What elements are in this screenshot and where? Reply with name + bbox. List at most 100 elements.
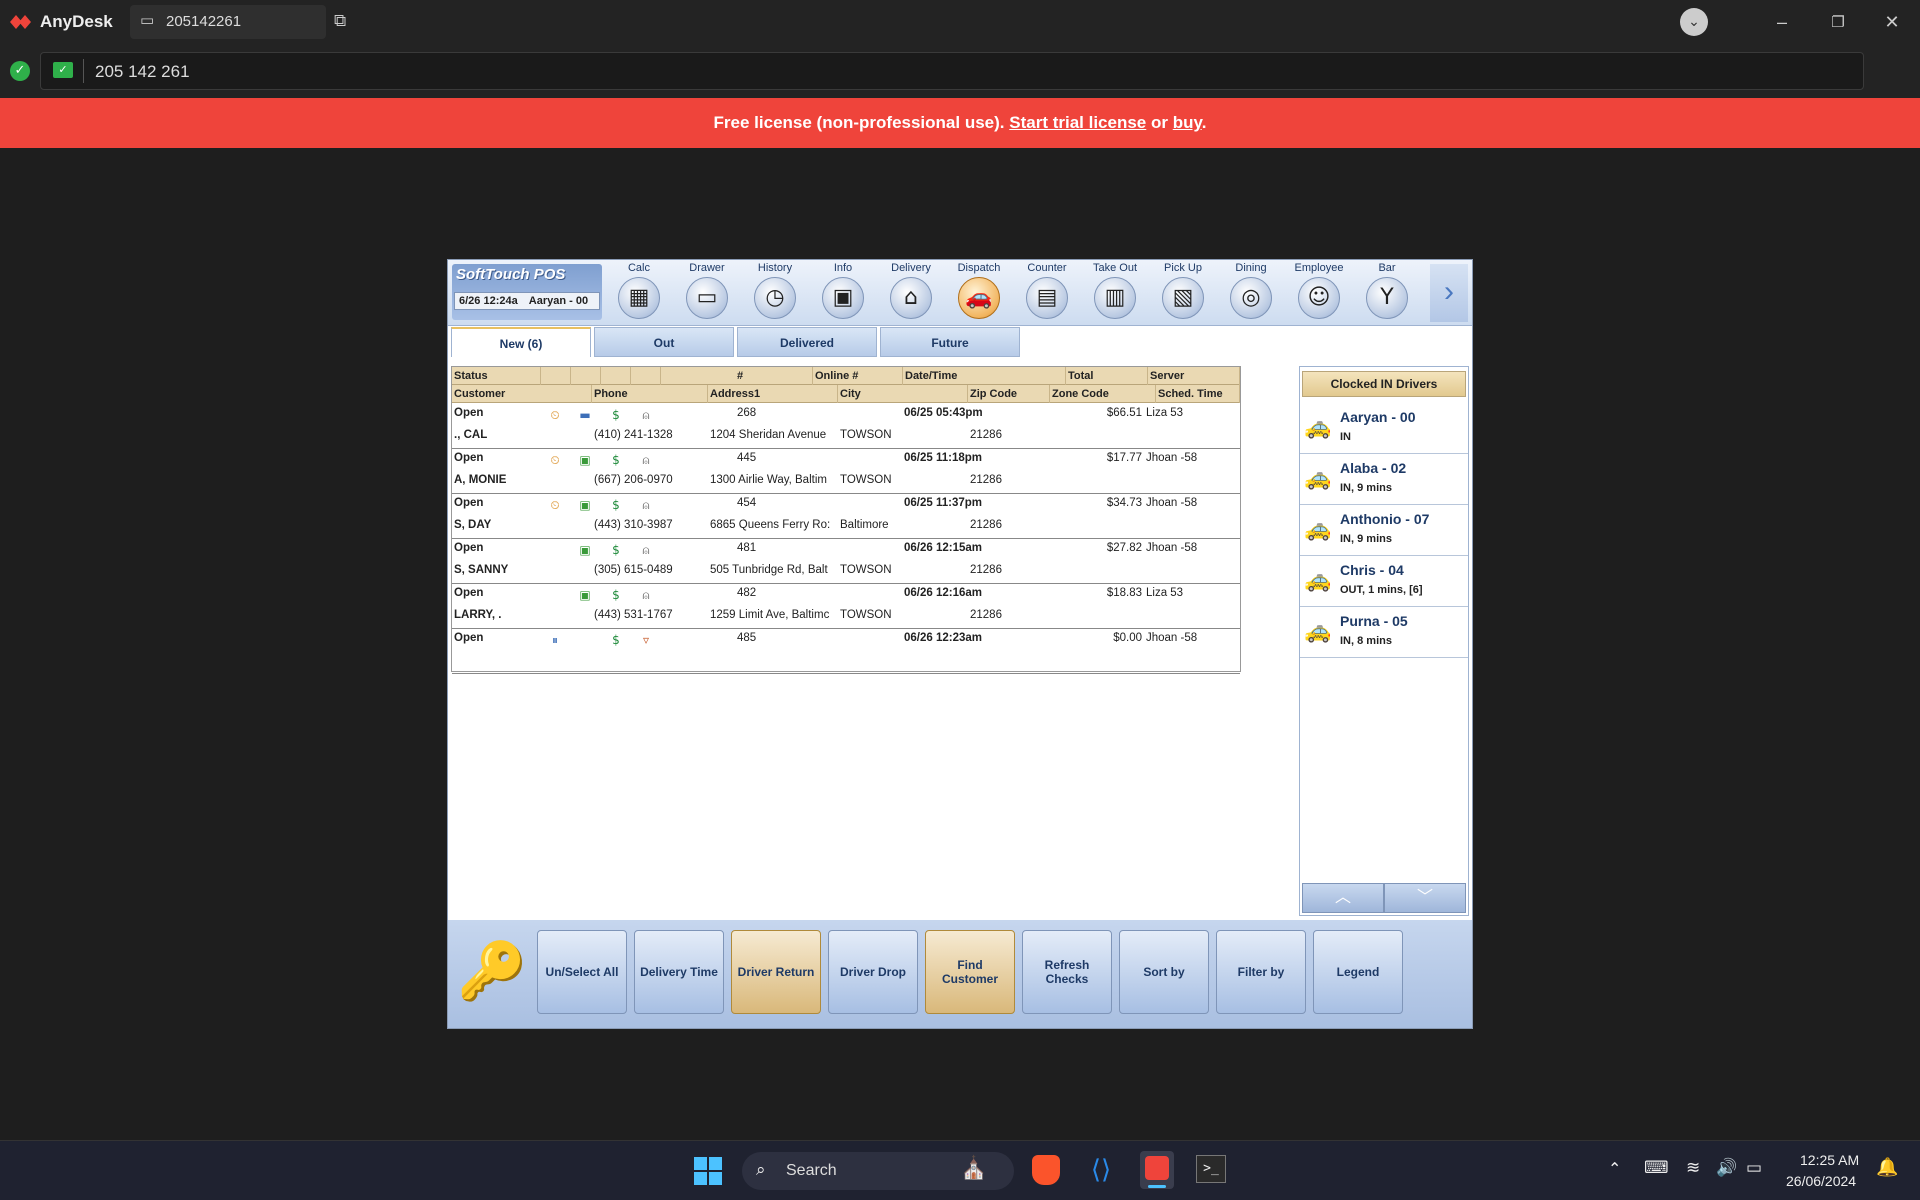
nav-calc[interactable]: Calc ▦ [606, 262, 672, 324]
orders-grid[interactable]: Status # Online # Date/Time Total Server… [451, 366, 1241, 674]
clock-date[interactable]: 26/06/2024 [1786, 1173, 1856, 1189]
chalkboard-icon: ▣ [822, 277, 864, 319]
find-customer-button[interactable]: Find Customer [925, 930, 1015, 1014]
order-datetime: 06/26 12:23am [904, 632, 983, 644]
driver-item[interactable]: 🚕 Aaryan - 00 IN [1300, 403, 1468, 454]
buy-link[interactable]: buy [1173, 113, 1202, 132]
order-datetime: 06/25 11:18pm [904, 452, 983, 464]
driver-item[interactable]: 🚕 Purna - 05 IN, 8 mins [1300, 607, 1468, 658]
close-button[interactable]: ✕ [1876, 8, 1908, 36]
battery-icon[interactable]: ▭ [1746, 1158, 1762, 1178]
nav-dispatch[interactable]: Dispatch 🚗 [946, 262, 1012, 324]
nav-delivery[interactable]: Delivery ⌂ [878, 262, 944, 324]
nav-label: History [757, 262, 793, 274]
session-tab[interactable]: ▭ 205142261 [130, 5, 326, 39]
order-number: 268 [737, 407, 757, 419]
restore-button[interactable]: ❐ [1822, 8, 1854, 36]
tab-new[interactable]: New (6) [451, 327, 591, 357]
nav-bar[interactable]: Bar Y [1354, 262, 1420, 324]
col-zone[interactable]: Zone Code [1050, 385, 1156, 403]
nav-drawer[interactable]: Drawer ▭ [674, 262, 740, 324]
driver-item[interactable]: 🚕 Alaba - 02 IN, 9 mins [1300, 454, 1468, 505]
col-customer[interactable]: Customer [452, 385, 592, 403]
scroll-down-icon[interactable]: ﹀ [1384, 883, 1466, 913]
legend-button[interactable]: Legend [1313, 930, 1403, 1014]
anydesk-titlebar: AnyDesk ▭ 205142261 ⧉ ⌄ – ❐ ✕ [0, 0, 1920, 44]
nav-dining[interactable]: Dining ◎ [1218, 262, 1284, 324]
col-icon-2[interactable] [571, 367, 601, 385]
nav-next-arrow-icon[interactable]: › [1430, 264, 1468, 322]
minimize-button[interactable]: – [1766, 8, 1798, 36]
col-icon-3[interactable] [601, 367, 631, 385]
col-icon-1[interactable] [541, 367, 571, 385]
windows-start-icon[interactable] [694, 1157, 722, 1185]
tab-out[interactable]: Out [594, 327, 734, 357]
keyboard-tray-icon[interactable]: ⌨ [1644, 1158, 1669, 1178]
bell-icon: ⍝ [642, 408, 650, 422]
table-row[interactable]: Open ⏲ ▣ $ ⍝ 454 06/25 11:37pm $34.73 Jhoan -58 S… [452, 494, 1240, 539]
register-icon: ▤ [1026, 277, 1068, 319]
nav-counter[interactable]: Counter ▤ [1014, 262, 1080, 324]
col-phone[interactable]: Phone [592, 385, 708, 403]
trial-license-link[interactable]: Start trial license [1009, 113, 1146, 132]
col-city[interactable]: City [838, 385, 968, 403]
address-field[interactable]: ✓ 205 142 261 [40, 52, 1864, 90]
driver-item[interactable]: 🚕 Chris - 04 OUT, 1 mins, [6] [1300, 556, 1468, 607]
tray-chevron-icon[interactable]: ⌃ [1608, 1159, 1621, 1178]
terminal-icon[interactable]: >_ [1196, 1155, 1226, 1183]
brave-browser-icon[interactable] [1032, 1155, 1060, 1185]
un-select-all-button[interactable]: Un/Select All [537, 930, 627, 1014]
anydesk-taskbar-icon[interactable] [1140, 1151, 1174, 1189]
driver-return-button[interactable]: Driver Return [731, 930, 821, 1014]
cash-icon: ▣ [579, 543, 591, 557]
sort-by-button[interactable]: Sort by [1119, 930, 1209, 1014]
driver-name: Purna - 05 [1340, 613, 1408, 629]
tab-delivered[interactable]: Delivered [737, 327, 877, 357]
scroll-up-icon[interactable]: ︿ [1302, 883, 1384, 913]
order-phone: (667) 206-0970 [594, 474, 673, 486]
vscode-icon[interactable]: ⟨⟩ [1086, 1155, 1116, 1185]
driver-name: Aaryan - 00 [1340, 409, 1416, 425]
table-row[interactable]: Open ▣ $ ⍝ 482 06/26 12:16am $18.83 Liza 53 LARR… [452, 584, 1240, 629]
col-address[interactable]: Address1 [708, 385, 838, 403]
taskbar-search[interactable]: ⌕ Search ⛪ [742, 1152, 1014, 1190]
new-session-icon[interactable]: ⧉ [334, 11, 346, 31]
volume-icon[interactable]: 🔊 [1716, 1158, 1737, 1178]
filter-by-button[interactable]: Filter by [1216, 930, 1306, 1014]
col-datetime[interactable]: Date/Time [903, 367, 1066, 385]
search-icon: ⌕ [756, 1160, 766, 1180]
anydesk-tile [1145, 1156, 1169, 1180]
download-icon[interactable]: ⌄ [1680, 8, 1708, 36]
nav-employee[interactable]: Employee ☺ [1286, 262, 1352, 324]
table-row[interactable]: Open ⏸ $ ▿ 485 06/26 12:23am $0.00 Jhoan -58 [452, 629, 1240, 674]
col-online[interactable]: Online # [813, 367, 903, 385]
nav-take-out[interactable]: Take Out ▥ [1082, 262, 1148, 324]
notification-bell-icon[interactable]: 🔔 [1876, 1157, 1898, 1178]
col-sched[interactable]: Sched. Time [1156, 385, 1240, 403]
col-server[interactable]: Server [1148, 367, 1240, 385]
order-total: $34.73 [1106, 497, 1142, 509]
nav-info[interactable]: Info ▣ [810, 262, 876, 324]
bell-icon: ⍝ [642, 543, 650, 557]
col-num[interactable]: # [735, 367, 813, 385]
driver-drop-button[interactable]: Driver Drop [828, 930, 918, 1014]
clock-time[interactable]: 12:25 AM [1800, 1152, 1859, 1168]
col-icon-4[interactable] [631, 367, 661, 385]
order-phone: (410) 241-1328 [594, 429, 673, 441]
tab-future[interactable]: Future [880, 327, 1020, 357]
wifi-icon[interactable]: ≋ [1686, 1158, 1700, 1178]
delivery-time-button[interactable]: Delivery Time [634, 930, 724, 1014]
refresh-checks-button[interactable]: Refresh Checks [1022, 930, 1112, 1014]
nav-pick-up[interactable]: Pick Up ▧ [1150, 262, 1216, 324]
col-total[interactable]: Total [1066, 367, 1148, 385]
table-row[interactable]: Open ▣ $ ⍝ 481 06/26 12:15am $27.82 Jhoan -58 S,… [452, 539, 1240, 584]
key-icon[interactable]: 🔑 [452, 932, 532, 1018]
table-row[interactable]: Open ⏲ ▬ $ ⍝ 268 06/25 05:43pm $66.51 Liza 53 ., … [452, 404, 1240, 449]
driver-item[interactable]: 🚕 Anthonio - 07 IN, 9 mins [1300, 505, 1468, 556]
nav-history[interactable]: History ◷ [742, 262, 808, 324]
order-zip: 21286 [970, 474, 1002, 486]
table-row[interactable]: Open ⏲ ▣ $ ⍝ 445 06/25 11:18pm $17.77 Jhoan -58 A… [452, 449, 1240, 494]
col-zip[interactable]: Zip Code [968, 385, 1050, 403]
col-status[interactable]: Status [452, 367, 541, 385]
calculator-icon: ▦ [618, 277, 660, 319]
